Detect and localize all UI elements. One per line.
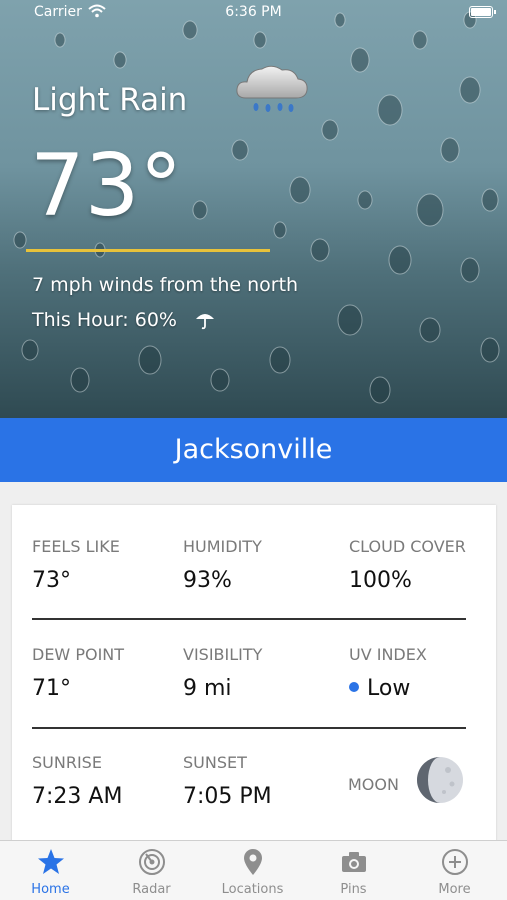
cloud-cover-cell: CLOUD COVER 100% xyxy=(349,537,466,593)
plus-circle-icon xyxy=(442,849,468,875)
tab-home-label: Home xyxy=(31,882,70,897)
sunrise-cell: SUNRISE 7:23 AM xyxy=(32,753,122,809)
dew-point-value: 71° xyxy=(32,676,71,701)
cloud-cover-value: 100% xyxy=(349,568,412,593)
uv-index-cell: UV INDEX Low xyxy=(349,645,427,701)
visibility-value: 9 mi xyxy=(183,676,232,701)
tab-radar-label: Radar xyxy=(132,882,171,897)
sunrise-label: SUNRISE xyxy=(32,753,102,772)
status-time: 6:36 PM xyxy=(225,4,282,20)
tab-home[interactable]: Home xyxy=(0,841,101,900)
weather-hero: Carrier 6:36 PM Light Rain 73° 7 mph win… xyxy=(0,0,507,418)
humidity-value: 93% xyxy=(183,568,232,593)
sunset-label: SUNSET xyxy=(183,753,247,772)
tab-locations-label: Locations xyxy=(221,882,284,897)
precip-chance: This Hour: 60% xyxy=(32,309,177,331)
umbrella-icon xyxy=(196,314,214,330)
sunrise-value: 7:23 AM xyxy=(32,784,123,809)
feels-like-label: FEELS LIKE xyxy=(32,537,120,556)
wind-text: 7 mph winds from the north xyxy=(32,274,299,296)
tab-bar: Home Radar Locations Pins More xyxy=(0,840,507,900)
humidity-label: HUMIDITY xyxy=(183,537,262,556)
tab-more-label: More xyxy=(438,882,471,897)
uv-index-value-row: Low xyxy=(349,676,427,701)
uv-level-dot-icon xyxy=(349,682,359,692)
visibility-label: VISIBILITY xyxy=(183,645,263,664)
condition-label: Light Rain xyxy=(32,82,188,118)
sunset-cell: SUNSET 7:05 PM xyxy=(183,753,272,809)
tab-radar[interactable]: Radar xyxy=(101,841,202,900)
tab-pins-label: Pins xyxy=(340,882,367,897)
tab-pins[interactable]: Pins xyxy=(303,841,404,900)
city-banner[interactable]: Jacksonville xyxy=(0,418,507,482)
temperature-underline xyxy=(26,249,270,252)
tab-more[interactable]: More xyxy=(404,841,505,900)
feels-like-value: 73° xyxy=(32,568,71,593)
temperature: 73° xyxy=(30,136,183,236)
star-icon xyxy=(38,849,64,874)
visibility-cell: VISIBILITY 9 mi xyxy=(183,645,262,701)
moon-phase-icon xyxy=(417,757,463,803)
divider xyxy=(32,618,466,620)
divider xyxy=(32,727,466,729)
location-pin-icon xyxy=(244,849,262,875)
dew-point-cell: DEW POINT 71° xyxy=(32,645,124,701)
camera-icon xyxy=(342,852,366,872)
moon-label: MOON xyxy=(348,775,399,794)
uv-index-value: Low xyxy=(367,676,411,701)
radar-icon xyxy=(139,849,165,875)
rain-cloud-icon xyxy=(236,65,308,112)
city-name: Jacksonville xyxy=(174,434,333,465)
tab-locations[interactable]: Locations xyxy=(202,841,303,900)
battery-icon xyxy=(469,6,496,18)
uv-index-label: UV INDEX xyxy=(349,645,427,664)
details-card: FEELS LIKE 73° HUMIDITY 93% CLOUD COVER … xyxy=(12,505,496,845)
humidity-cell: HUMIDITY 93% xyxy=(183,537,262,593)
cloud-cover-label: CLOUD COVER xyxy=(349,537,466,556)
dew-point-label: DEW POINT xyxy=(32,645,125,664)
feels-like-cell: FEELS LIKE 73° xyxy=(32,537,120,593)
status-bar: Carrier 6:36 PM xyxy=(0,0,507,26)
sunset-value: 7:05 PM xyxy=(183,784,272,809)
